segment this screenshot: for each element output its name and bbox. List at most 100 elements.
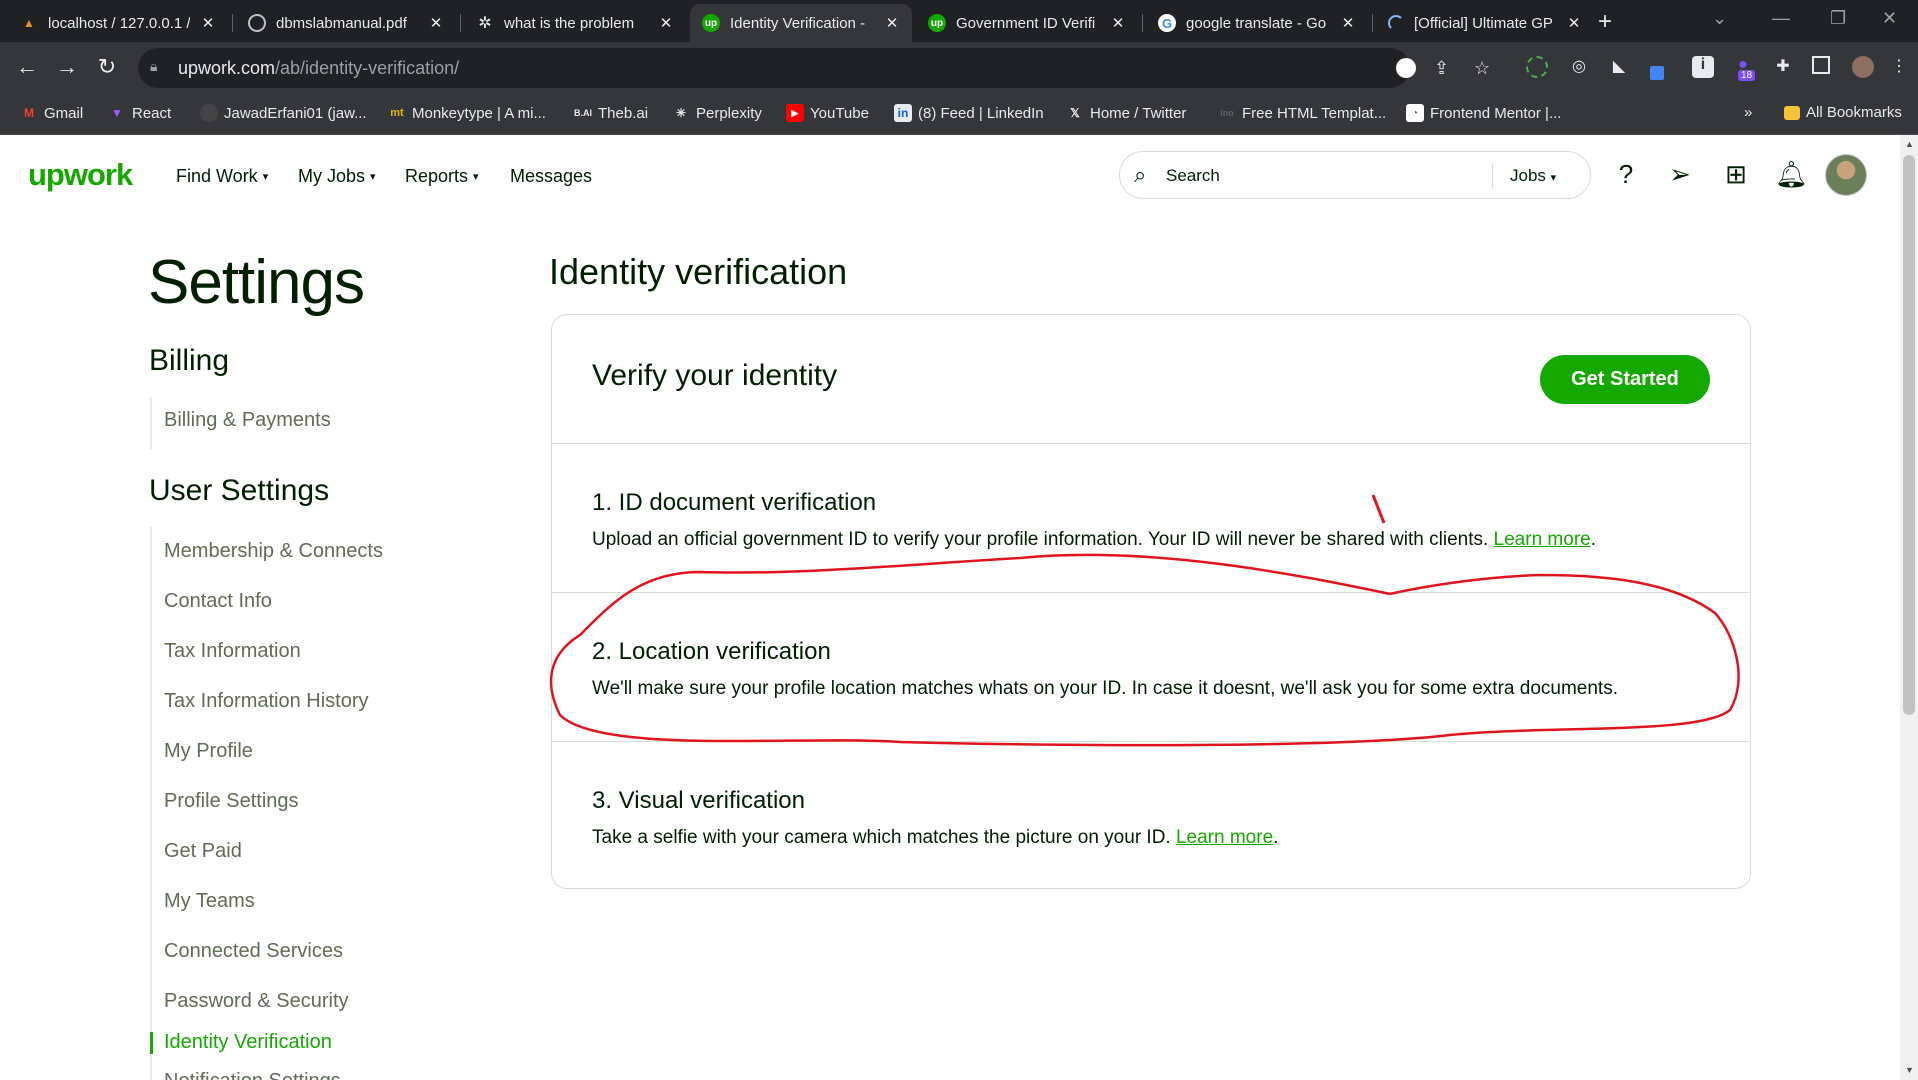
browser-tab[interactable]: [Official] Ultimate GP ✕ [1376, 4, 1594, 42]
bookmark-item[interactable]: in (8) Feed | LinkedIn [894, 104, 1044, 122]
notifications-bell-icon[interactable]: 🔔︎ [1775, 159, 1808, 190]
sidebar-item-billing-payments[interactable]: Billing & Payments [164, 409, 331, 432]
new-tab-button[interactable]: + [1598, 8, 1612, 36]
minimize-icon[interactable]: — [1772, 8, 1790, 29]
search-input[interactable]: Search [1166, 166, 1220, 186]
search-bar[interactable]: ⌕ Search Jobs ▾ [1119, 151, 1591, 199]
sidebar-item-get-paid[interactable]: Get Paid [164, 840, 242, 863]
tab-search-icon[interactable]: ⌄ [1712, 8, 1727, 29]
sidebar-item-connected-services[interactable]: Connected Services [164, 940, 343, 963]
scroll-up-icon[interactable]: ▲ [1905, 139, 1914, 149]
back-icon[interactable]: ← [12, 54, 42, 80]
browser-tab[interactable]: G google translate - Go ✕ [1146, 4, 1368, 42]
scroll-down-icon[interactable]: ▼ [1905, 1065, 1914, 1075]
tab-divider [460, 14, 461, 32]
bookmark-item[interactable]: M Gmail [20, 104, 83, 122]
sidebar-item-tax-information[interactable]: Tax Information [164, 640, 301, 663]
monkeytype-icon: mt [390, 107, 404, 119]
extension-icon[interactable] [1526, 56, 1548, 78]
forward-icon[interactable]: → [52, 54, 82, 80]
identity-verification-card: Verify your identity Get Started 1. ID d… [551, 314, 1751, 889]
sidebar-item-profile-settings[interactable]: Profile Settings [164, 790, 299, 813]
profile-avatar-icon[interactable] [1852, 56, 1874, 78]
side-panel-icon[interactable] [1812, 56, 1830, 74]
url-text[interactable]: upwork.com/ab/identity-verification/ [178, 58, 459, 79]
learn-more-link[interactable]: Learn more [1176, 827, 1273, 848]
linkedin-icon: in [894, 104, 912, 122]
bookmark-item[interactable]: ino Free HTML Templat... [1218, 104, 1386, 122]
browser-tab-active[interactable]: up Identity Verification - ✕ [690, 4, 912, 42]
bookmark-item[interactable]: 𝕏 Home / Twitter [1066, 104, 1186, 122]
sidebar-item-my-teams[interactable]: My Teams [164, 890, 255, 913]
browser-tab[interactable]: dbmslabmanual.pdf ✕ [236, 4, 456, 42]
nav-find-work[interactable]: Find Work ▾ [176, 166, 268, 187]
direct-contracts-icon[interactable]: ➢ [1664, 159, 1696, 190]
restore-icon[interactable]: ❐ [1830, 8, 1846, 29]
site-info-icon[interactable]: 🔒︎ [150, 58, 166, 78]
sidebar-item-contact-info[interactable]: Contact Info [164, 590, 272, 613]
sidebar-item-identity-verification[interactable]: Identity Verification [164, 1031, 332, 1054]
all-bookmarks-button[interactable]: All Bookmarks [1784, 104, 1902, 121]
help-icon[interactable]: ? [1610, 159, 1642, 190]
step-visual: 3. Visual verification Take a selfie wit… [552, 741, 1750, 890]
active-indicator [150, 1032, 153, 1054]
bookmark-item[interactable]: ▶ YouTube [786, 104, 869, 122]
close-tab-icon[interactable]: ✕ [428, 14, 444, 32]
bookmark-item[interactable]: ✳ Perplexity [672, 104, 762, 122]
browser-tab[interactable]: ✲ what is the problem ✕ [464, 4, 686, 42]
extension-target-icon[interactable]: ◎ [1568, 56, 1590, 78]
close-tab-icon[interactable]: ✕ [1340, 14, 1356, 32]
page-viewport: upwork Find Work ▾ My Jobs ▾ Reports ▾ Mess… [0, 135, 1900, 1080]
bookmark-item[interactable]: ◔ Frontend Mentor |... [1406, 104, 1561, 122]
scrollbar-thumb[interactable] [1903, 155, 1915, 715]
github-icon [200, 104, 218, 122]
browser-tab[interactable]: ▲ localhost / 127.0.0.1 / ✕ [8, 4, 228, 42]
close-window-icon[interactable]: ✕ [1882, 8, 1897, 29]
extension-pen-icon[interactable] [1650, 66, 1664, 80]
close-tab-icon[interactable]: ✕ [1566, 14, 1582, 32]
reload-icon[interactable]: ↻ [92, 54, 122, 80]
extension-badge-icon[interactable]: ● 18 [1732, 56, 1756, 81]
settings-title: Settings [148, 248, 365, 317]
close-tab-icon[interactable]: ✕ [200, 14, 216, 32]
nav-messages[interactable]: Messages [510, 166, 592, 187]
apps-grid-icon[interactable]: ⊞ [1720, 159, 1752, 190]
upwork-logo[interactable]: upwork [28, 157, 133, 193]
bookmarks-overflow-icon[interactable]: » [1744, 104, 1752, 121]
extension-info-icon[interactable]: i [1692, 56, 1714, 78]
sidebar-item-membership-connects[interactable]: Membership & Connects [164, 540, 383, 563]
nav-my-jobs[interactable]: My Jobs ▾ [298, 166, 376, 187]
sidebar-item-notification-settings[interactable]: Notification Settings [164, 1070, 341, 1080]
chevron-down-icon: ▾ [370, 171, 376, 183]
google-lens-icon[interactable] [1396, 58, 1416, 78]
bookmark-item[interactable]: mt Monkeytype | A mi... [388, 104, 546, 122]
tab-divider [232, 14, 233, 32]
nav-reports[interactable]: Reports ▾ [405, 166, 479, 187]
close-tab-icon[interactable]: ✕ [884, 14, 900, 32]
bookmark-item[interactable]: JawadErfani01 (jaw... [200, 104, 367, 122]
page-scrollbar[interactable]: ▲ ▼ [1900, 135, 1918, 1080]
x-icon: 𝕏 [1070, 106, 1080, 120]
close-tab-icon[interactable]: ✕ [1110, 14, 1126, 32]
step-title: 3. Visual verification [592, 787, 805, 814]
extensions-puzzle-icon[interactable]: ✚ [1772, 56, 1794, 78]
user-avatar[interactable] [1825, 154, 1867, 196]
globe-icon [248, 14, 266, 32]
bookmark-item[interactable]: B.AI Theb.ai [574, 104, 648, 122]
sidebar-item-password-security[interactable]: Password & Security [164, 990, 349, 1013]
close-tab-icon[interactable]: ✕ [658, 14, 674, 32]
upwork-icon: up [928, 14, 946, 32]
bookmark-item[interactable]: ▼ React [108, 104, 171, 122]
sidebar-item-my-profile[interactable]: My Profile [164, 740, 253, 763]
extension-cat-icon[interactable]: ◣ [1608, 56, 1630, 78]
address-bar[interactable]: 🔒︎ upwork.com/ab/identity-verification/ … [138, 48, 1490, 88]
bookmark-star-icon[interactable]: ☆ [1474, 58, 1490, 79]
get-started-button[interactable]: Get Started [1540, 355, 1710, 404]
learn-more-link[interactable]: Learn more [1494, 529, 1591, 550]
sidebar-item-tax-information-history[interactable]: Tax Information History [164, 690, 369, 713]
search-scope-dropdown[interactable]: Jobs ▾ [1510, 166, 1556, 186]
upwork-icon: up [702, 14, 720, 32]
browser-tab[interactable]: up Government ID Verifi ✕ [916, 4, 1138, 42]
share-icon[interactable]: ⇪ [1434, 58, 1449, 79]
chrome-menu-icon[interactable]: ⋮ [1888, 56, 1910, 78]
